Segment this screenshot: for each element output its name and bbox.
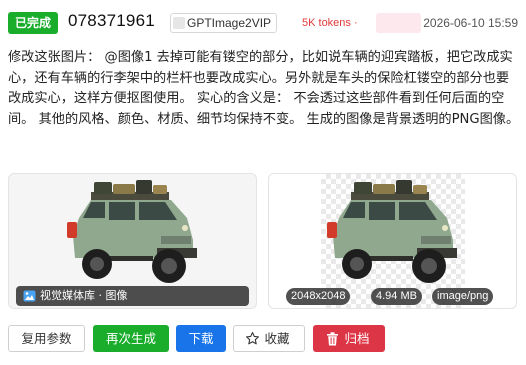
result-image-card[interactable]: 2048x2048 4.94 MB image/png: [268, 173, 517, 309]
model-icon: [173, 17, 185, 29]
archive-button[interactable]: 归档: [313, 325, 385, 352]
reuse-params-button[interactable]: 复用参数: [8, 325, 85, 352]
format-tag: image/png: [432, 288, 494, 305]
regenerate-button[interactable]: 再次生成: [93, 325, 169, 352]
archive-label: 归档: [344, 331, 370, 346]
image-icon: [23, 290, 36, 302]
trash-icon: [327, 332, 338, 346]
redacted-field: [376, 13, 421, 33]
source-label-bar: 视觉媒体库 · 图像: [16, 286, 249, 306]
model-name: GPTImage2VIP: [187, 16, 272, 30]
source-car-image: [66, 180, 197, 283]
star-icon: [246, 332, 259, 345]
favorite-button[interactable]: 收藏: [233, 325, 305, 352]
model-chip: GPTImage2VIP: [170, 13, 278, 33]
token-count: 5K tokens ·: [302, 17, 358, 29]
status-badge: 已完成: [8, 12, 59, 34]
dimensions-tag: 2048x2048: [286, 288, 351, 305]
task-header: 已完成 078371961 GPTImage2VIP 5K tokens · 2…: [8, 11, 518, 36]
size-tag: 4.94 MB: [371, 288, 422, 305]
timestamp: 2026-06-10 15:59: [423, 16, 518, 30]
task-id: 078371961: [68, 11, 155, 30]
download-button[interactable]: 下载: [176, 325, 226, 352]
source-label: 视觉媒体库 · 图像: [40, 289, 128, 302]
result-car-image: [326, 180, 457, 283]
prompt-text: 修改这张图片： @图像1 去掉可能有镂空的部分，比如说车辆的迎宾踏板，把它改成实…: [8, 50, 520, 127]
source-image-card[interactable]: 视觉媒体库 · 图像: [8, 173, 257, 309]
favorite-label: 收藏: [264, 331, 290, 346]
